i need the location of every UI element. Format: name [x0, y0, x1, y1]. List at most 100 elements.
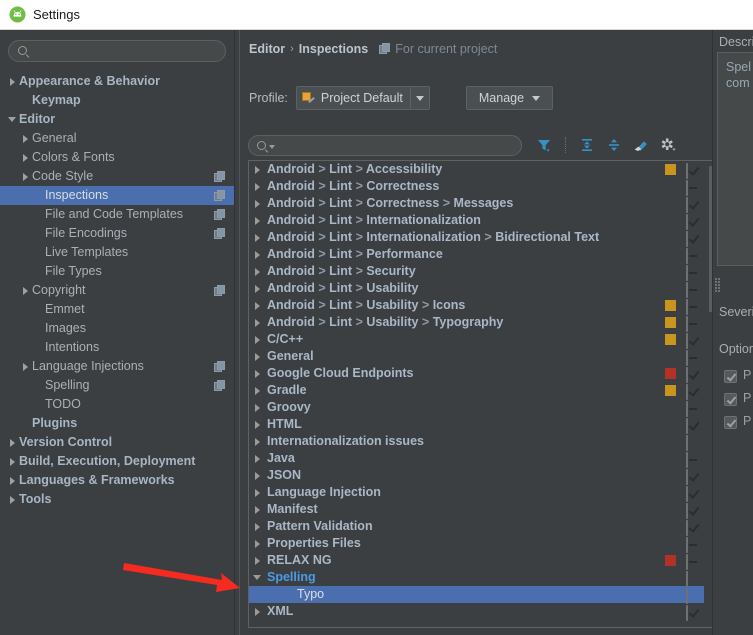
chevron-closed-icon[interactable] [249, 212, 267, 229]
inspections-tree[interactable]: Android > Lint > Accessibility Android > … [249, 161, 704, 627]
sidebar-item-languages-frameworks[interactable]: Languages & Frameworks [0, 471, 234, 490]
inspection-row[interactable]: General [249, 348, 704, 366]
chevron-closed-icon[interactable] [19, 148, 32, 167]
sidebar-item-emmet[interactable]: Emmet [0, 300, 234, 319]
chevron-closed-icon[interactable] [249, 229, 267, 246]
chevron-closed-icon[interactable] [6, 471, 19, 490]
inspection-checkbox[interactable] [686, 214, 700, 230]
chevron-closed-icon[interactable] [249, 195, 267, 212]
chevron-closed-icon[interactable] [249, 382, 267, 399]
inspection-checkbox[interactable] [686, 537, 700, 553]
chevron-closed-icon[interactable] [249, 246, 267, 263]
inspection-checkbox[interactable] [686, 418, 700, 434]
inspection-row[interactable]: Google Cloud Endpoints [249, 365, 704, 383]
inspection-checkbox[interactable] [686, 469, 700, 485]
inspection-search[interactable] [248, 134, 522, 156]
resize-grip[interactable] [715, 278, 721, 292]
chevron-closed-icon[interactable] [249, 416, 267, 433]
sidebar-item-version-control[interactable]: Version Control [0, 433, 234, 452]
breadcrumb-editor[interactable]: Editor [249, 42, 285, 56]
sidebar-item-appearance-behavior[interactable]: Appearance & Behavior [0, 72, 234, 91]
chevron-closed-icon[interactable] [249, 433, 267, 450]
inspection-checkbox[interactable] [686, 367, 700, 383]
chevron-closed-icon[interactable] [19, 357, 32, 376]
inspection-row[interactable]: Android > Lint > Correctness [249, 178, 704, 196]
inspection-checkbox[interactable] [686, 180, 700, 196]
inspection-row[interactable]: Gradle [249, 382, 704, 400]
inspection-checkbox[interactable] [686, 163, 700, 179]
sidebar-search[interactable] [8, 40, 226, 62]
inspection-checkbox[interactable] [686, 299, 700, 315]
chevron-closed-icon[interactable] [249, 552, 267, 569]
inspection-row[interactable]: Pattern Validation [249, 518, 704, 536]
option-checkbox-2[interactable] [724, 393, 737, 406]
sidebar-item-plugins[interactable]: Plugins [0, 414, 234, 433]
chevron-closed-icon[interactable] [6, 72, 19, 91]
inspection-checkbox[interactable] [686, 588, 700, 604]
inspection-checkbox[interactable] [686, 435, 700, 451]
chevron-closed-icon[interactable] [249, 603, 267, 620]
inspection-row[interactable]: Android > Lint > Internationalization [249, 212, 704, 230]
chevron-closed-icon[interactable] [6, 452, 19, 471]
chevron-closed-icon[interactable] [249, 178, 267, 195]
inspection-row[interactable]: HTML [249, 416, 704, 434]
inspection-checkbox[interactable] [686, 384, 700, 400]
sidebar-item-file-and-code-templates[interactable]: File and Code Templates [0, 205, 234, 224]
inspection-row[interactable]: RELAX NG [249, 552, 704, 570]
sidebar-item-spelling[interactable]: Spelling [0, 376, 234, 395]
inspection-row[interactable]: Android > Lint > Usability > Icons [249, 297, 704, 315]
inspection-row[interactable]: Android > Lint > Performance [249, 246, 704, 264]
sidebar-item-editor[interactable]: Editor [0, 110, 234, 129]
chevron-closed-icon[interactable] [19, 129, 32, 148]
chevron-closed-icon[interactable] [249, 518, 267, 535]
inspection-checkbox[interactable] [686, 452, 700, 468]
inspection-row[interactable]: Android > Lint > Security [249, 263, 704, 281]
chevron-closed-icon[interactable] [19, 167, 32, 186]
chevron-closed-icon[interactable] [249, 161, 267, 178]
chevron-closed-icon[interactable] [6, 490, 19, 509]
chevron-open-icon[interactable] [6, 110, 19, 129]
chevron-closed-icon[interactable] [249, 331, 267, 348]
inspection-checkbox[interactable] [686, 333, 700, 349]
chevron-closed-icon[interactable] [249, 297, 267, 314]
inspection-row[interactable]: Internationalization issues [249, 433, 704, 451]
inspection-row[interactable]: Properties Files [249, 535, 704, 553]
settings-gear-icon[interactable] [660, 137, 676, 153]
profile-dropdown-arrow[interactable] [409, 87, 429, 109]
chevron-closed-icon[interactable] [249, 399, 267, 416]
sidebar-item-build-execution-deployment[interactable]: Build, Execution, Deployment [0, 452, 234, 471]
inspection-row[interactable]: Manifest [249, 501, 704, 519]
inspection-checkbox[interactable] [686, 571, 700, 587]
sidebar-item-inspections[interactable]: Inspections [0, 186, 234, 205]
sidebar-item-copyright[interactable]: Copyright [0, 281, 234, 300]
chevron-closed-icon[interactable] [249, 314, 267, 331]
chevron-closed-icon[interactable] [249, 263, 267, 280]
chevron-closed-icon[interactable] [249, 467, 267, 484]
inspection-checkbox[interactable] [686, 605, 700, 621]
inspection-row[interactable]: Language Injection [249, 484, 704, 502]
sidebar-item-code-style[interactable]: Code Style [0, 167, 234, 186]
inspection-row[interactable]: Spelling [249, 569, 704, 587]
sidebar-item-file-types[interactable]: File Types [0, 262, 234, 281]
inspection-row[interactable]: Android > Lint > Usability > Typography [249, 314, 704, 332]
filter-icon[interactable] [536, 137, 552, 153]
sidebar-item-tools[interactable]: Tools [0, 490, 234, 509]
inspection-row[interactable]: Android > Lint > Accessibility [249, 161, 704, 179]
chevron-closed-icon[interactable] [19, 281, 32, 300]
inspection-checkbox[interactable] [686, 486, 700, 502]
inspection-checkbox[interactable] [686, 401, 700, 417]
inspection-row[interactable]: C/C++ [249, 331, 704, 349]
inspection-checkbox[interactable] [686, 316, 700, 332]
sidebar-item-intentions[interactable]: Intentions [0, 338, 234, 357]
option-checkbox-1[interactable] [724, 370, 737, 383]
inspection-row[interactable]: Android > Lint > Usability [249, 280, 704, 298]
collapse-all-icon[interactable] [606, 137, 622, 153]
profile-combobox[interactable]: Project Default [295, 86, 430, 110]
option-checkbox-3[interactable] [724, 416, 737, 429]
chevron-closed-icon[interactable] [249, 535, 267, 552]
sidebar-tree[interactable]: Appearance & Behavior Keymap Editor General… [0, 72, 234, 509]
inspection-checkbox[interactable] [686, 197, 700, 213]
inspection-row[interactable]: Android > Lint > Internationalization > … [249, 229, 704, 247]
sidebar-item-colors-fonts[interactable]: Colors & Fonts [0, 148, 234, 167]
sidebar-item-todo[interactable]: TODO [0, 395, 234, 414]
